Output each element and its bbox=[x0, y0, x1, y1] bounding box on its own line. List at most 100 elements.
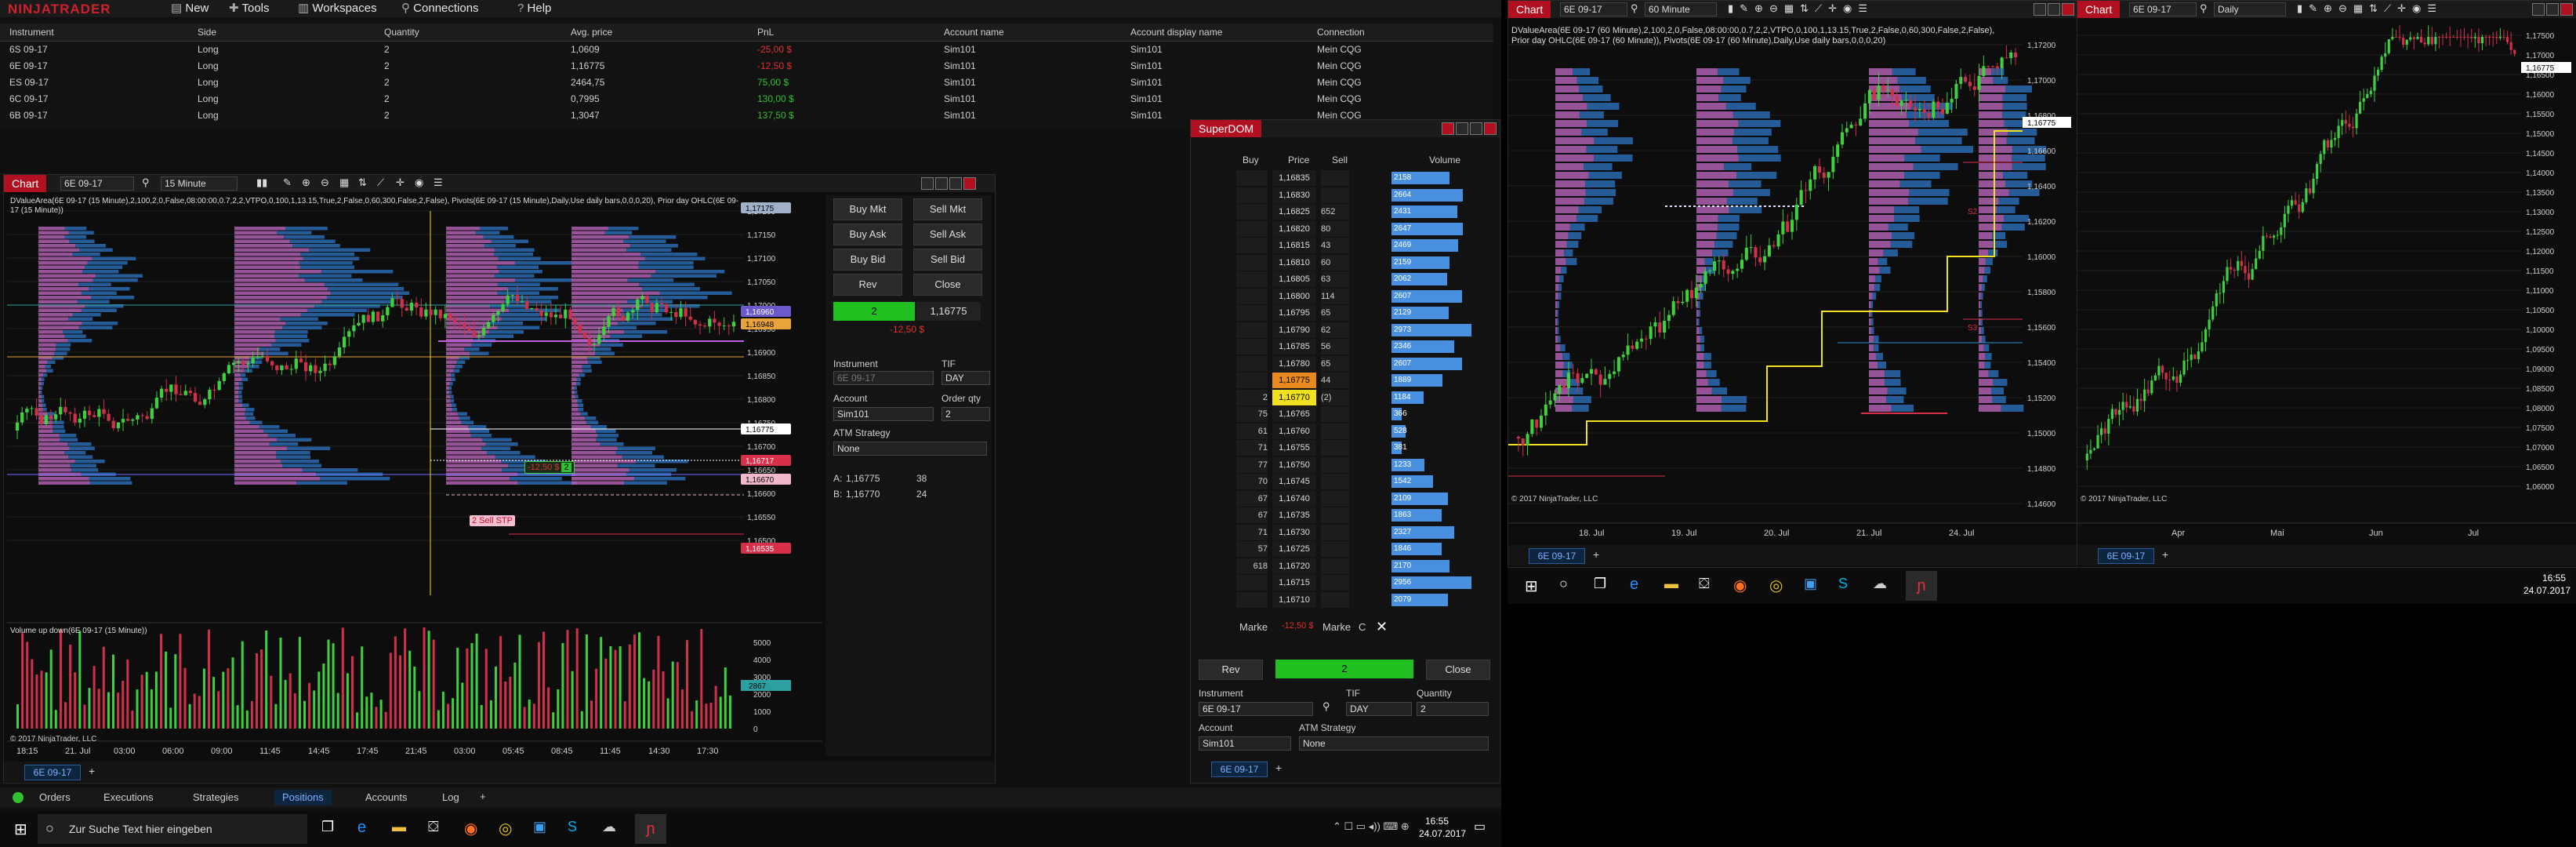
chart1-footer-tab[interactable]: 6E 09-17 bbox=[24, 765, 81, 780]
chart3-instrument-select[interactable]: 6E 09-17 bbox=[2129, 2, 2197, 16]
edge-icon[interactable]: e bbox=[357, 819, 366, 837]
dom-row[interactable]: 61 1,16760 528 bbox=[1194, 423, 1497, 439]
order-qty-input[interactable]: 2 bbox=[942, 407, 990, 421]
search-icon-2[interactable]: ○ bbox=[1559, 576, 1568, 592]
dom-market-left[interactable]: Marke bbox=[1239, 621, 1268, 633]
dom-sell-cell[interactable]: 80 bbox=[1321, 220, 1349, 237]
dom-sell-cell[interactable]: 63 bbox=[1321, 271, 1349, 287]
dom-sell-cell[interactable]: 44 bbox=[1321, 373, 1349, 388]
chart2-plot[interactable]: 1,17200 1,17000 1,16800 1,16600 1,16400 1,162… bbox=[1508, 21, 2077, 543]
dom-tif-select[interactable]: DAY bbox=[1346, 702, 1412, 716]
dom-sell-cell[interactable]: (2) bbox=[1321, 389, 1349, 405]
chart2-interval-select[interactable]: 60 Minute bbox=[1645, 2, 1717, 16]
dom-sell-cell[interactable] bbox=[1321, 524, 1349, 540]
chart3-add-tab-button[interactable]: + bbox=[2162, 548, 2168, 561]
buy-mkt-button[interactable]: Buy Mkt bbox=[833, 198, 902, 220]
dom-buy-cell[interactable] bbox=[1236, 575, 1268, 591]
dom-row[interactable]: 1,16830 2664 bbox=[1194, 187, 1497, 203]
dom-buy-cell[interactable] bbox=[1236, 355, 1268, 372]
dom-sell-cell[interactable] bbox=[1321, 423, 1349, 439]
dom-buy-cell[interactable] bbox=[1236, 220, 1268, 237]
col-instrument[interactable]: Instrument bbox=[9, 24, 54, 41]
atm-strategy-select[interactable]: None bbox=[833, 442, 987, 456]
dom-sell-cell[interactable] bbox=[1321, 170, 1349, 186]
dom-row[interactable]: 75 1,16765 366 bbox=[1194, 406, 1497, 422]
firefox-icon-2[interactable]: ◉ bbox=[1733, 576, 1747, 595]
position-pnl-badge[interactable]: -12,50 $ 2 bbox=[524, 461, 575, 474]
dom-row[interactable]: 71 1,16730 2327 bbox=[1194, 524, 1497, 540]
chart1-tab[interactable]: Chart bbox=[4, 175, 47, 192]
dom-reverse-button[interactable]: Rev bbox=[1199, 660, 1263, 680]
crosshair-icon[interactable]: ✛ bbox=[396, 176, 405, 189]
dom-sell-cell[interactable]: 65 bbox=[1321, 305, 1349, 321]
col-avg-price[interactable]: Avg. price bbox=[571, 24, 612, 41]
dom-row[interactable]: 70 1,16745 1542 bbox=[1194, 474, 1497, 489]
chart1-pin-button[interactable] bbox=[921, 177, 934, 190]
dom-row[interactable]: 1,16710 2079 bbox=[1194, 591, 1497, 608]
col-pnl[interactable]: PnL bbox=[757, 24, 774, 41]
chart3-tab[interactable]: Chart bbox=[2077, 1, 2121, 18]
snapshot-icon[interactable]: ◉ bbox=[415, 176, 423, 189]
reverse-button[interactable]: Rev bbox=[833, 274, 902, 296]
bottom-tab-positions[interactable]: Positions bbox=[274, 790, 332, 805]
dom-buy-cell[interactable]: 2 bbox=[1236, 389, 1268, 405]
dom-sell-cell[interactable] bbox=[1321, 440, 1349, 456]
dom-sell-cell[interactable] bbox=[1321, 474, 1349, 489]
firefox-icon[interactable]: ◉ bbox=[464, 819, 477, 838]
store-icon[interactable]: ⛋ bbox=[428, 819, 439, 835]
dom-row[interactable]: 1,16820 80 2647 bbox=[1194, 220, 1497, 237]
dom-buy-cell[interactable] bbox=[1236, 339, 1268, 354]
bottom-tab-log[interactable]: Log bbox=[434, 790, 467, 805]
dom-buy-cell[interactable] bbox=[1236, 204, 1268, 220]
dom-sell-cell[interactable]: 60 bbox=[1321, 254, 1349, 271]
chart2-instrument-select[interactable]: 6E 09-17 bbox=[1560, 2, 1627, 16]
dom-row[interactable]: 1,16795 65 2129 bbox=[1194, 305, 1497, 321]
chart2-search-icon[interactable]: ⚲ bbox=[1631, 2, 1638, 15]
chart2-footer-tab[interactable]: 6E 09-17 bbox=[1529, 548, 1585, 564]
edge-icon-2[interactable]: e bbox=[1630, 576, 1638, 594]
dom-buy-cell[interactable]: 57 bbox=[1236, 541, 1268, 557]
dom-buy-cell[interactable] bbox=[1236, 271, 1268, 287]
dom-row[interactable]: 1,16785 56 2346 bbox=[1194, 339, 1497, 354]
app-icon-blue-2[interactable]: ▣ bbox=[1804, 576, 1817, 592]
dom-sell-cell[interactable]: 43 bbox=[1321, 238, 1349, 253]
zoom-in-icon[interactable]: ⊕ bbox=[302, 176, 310, 189]
chart3-maximize-button[interactable] bbox=[2546, 3, 2559, 16]
superdom-link-button[interactable] bbox=[1442, 122, 1454, 135]
dom-row[interactable]: 77 1,16750 1233 bbox=[1194, 456, 1497, 473]
stop-order-label[interactable]: 2 Sell STP bbox=[470, 515, 515, 526]
position-row[interactable]: 6S 09-17 Long 2 1,0609 -25,00 $ Sim101 Sim101 M… bbox=[0, 42, 1493, 57]
dom-close-button[interactable]: Close bbox=[1426, 660, 1490, 680]
dom-buy-cell[interactable] bbox=[1236, 591, 1268, 608]
dom-account-select[interactable]: Sim101 bbox=[1199, 736, 1291, 751]
col-account-display[interactable]: Account display name bbox=[1130, 24, 1222, 41]
bottom-tab-orders[interactable]: Orders bbox=[31, 790, 78, 805]
dom-buy-cell[interactable] bbox=[1236, 170, 1268, 186]
buy-bid-button[interactable]: Buy Bid bbox=[833, 249, 902, 271]
dom-sell-cell[interactable] bbox=[1321, 575, 1349, 591]
dom-quantity-input[interactable]: 2 bbox=[1417, 702, 1489, 716]
bottom-tab-executions[interactable]: Executions bbox=[96, 790, 161, 805]
dom-row[interactable]: 1,16790 62 2973 bbox=[1194, 322, 1497, 338]
dom-sell-cell[interactable]: 114 bbox=[1321, 288, 1349, 304]
chart2-maximize-button[interactable] bbox=[2048, 3, 2060, 16]
menu-connections[interactable]: ⚲ Connections bbox=[401, 0, 479, 17]
chart1-canvas[interactable]: 1,172001,171501,171001,170501,170001,169… bbox=[7, 195, 822, 756]
app-icon-blue[interactable]: ▣ bbox=[533, 819, 546, 835]
bar-type-icon[interactable]: ▮▮ bbox=[256, 176, 267, 189]
dom-row[interactable]: 67 1,16740 2109 bbox=[1194, 490, 1497, 507]
skype-icon[interactable]: S bbox=[568, 819, 577, 835]
menu-help[interactable]: ? Help bbox=[517, 0, 551, 17]
bottom-tab-accounts[interactable]: Accounts bbox=[357, 790, 415, 805]
draw-tool-icon[interactable]: ✎ bbox=[283, 176, 292, 189]
skype-icon-2[interactable]: S bbox=[1838, 576, 1848, 592]
store-icon-2[interactable]: ⛋ bbox=[1699, 576, 1710, 592]
dom-sell-cell[interactable] bbox=[1321, 591, 1349, 608]
indicators-icon[interactable]: ⟋ bbox=[377, 176, 384, 189]
dom-buy-cell[interactable]: 618 bbox=[1236, 558, 1268, 574]
dom-buy-cell[interactable]: 71 bbox=[1236, 524, 1268, 540]
dom-buy-cell[interactable]: 77 bbox=[1236, 456, 1268, 473]
dom-sell-cell[interactable] bbox=[1321, 541, 1349, 557]
chart2-toolbar-icons[interactable]: ▮✎⊕⊖▦⇅⟋✛◉☰ bbox=[1728, 2, 1874, 15]
dom-sell-cell[interactable] bbox=[1321, 490, 1349, 507]
